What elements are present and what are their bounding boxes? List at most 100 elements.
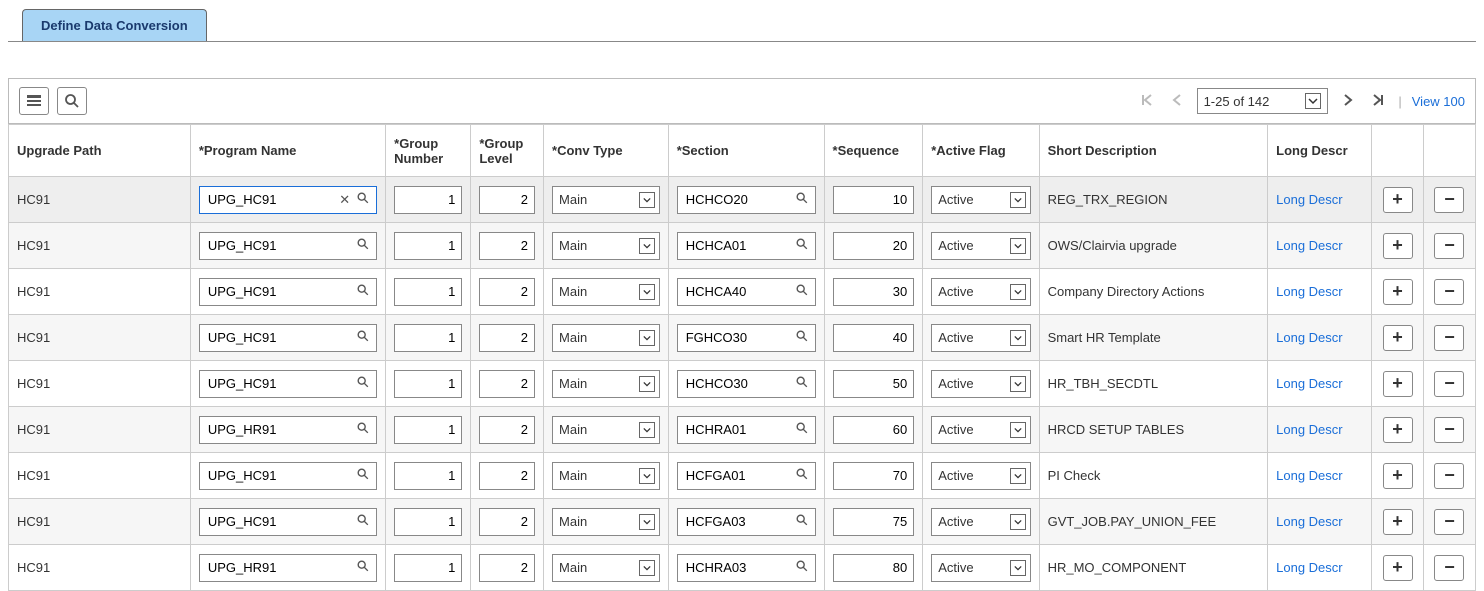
- lookup-icon[interactable]: [793, 513, 811, 530]
- long-descr-link[interactable]: Long Descr: [1276, 560, 1342, 575]
- col-group-level[interactable]: *Group Level: [471, 125, 544, 177]
- lookup-icon[interactable]: [354, 283, 372, 300]
- group-number-input[interactable]: [394, 278, 462, 306]
- section-input[interactable]: [684, 191, 793, 208]
- group-level-input[interactable]: [479, 232, 535, 260]
- group-number-input[interactable]: [394, 370, 462, 398]
- conv-type-select[interactable]: Main: [552, 186, 660, 214]
- add-row-button[interactable]: +: [1383, 279, 1413, 305]
- active-flag-select[interactable]: Active: [931, 508, 1030, 536]
- sequence-input[interactable]: [833, 554, 915, 582]
- section-lookup[interactable]: [677, 462, 816, 490]
- lookup-icon[interactable]: [793, 559, 811, 576]
- lookup-icon[interactable]: [354, 329, 372, 346]
- delete-row-button[interactable]: −: [1434, 555, 1464, 581]
- group-level-input[interactable]: [479, 186, 535, 214]
- col-upgrade-path[interactable]: Upgrade Path: [9, 125, 191, 177]
- col-program-name[interactable]: *Program Name: [190, 125, 385, 177]
- conv-type-select[interactable]: Main: [552, 508, 660, 536]
- row-range-select[interactable]: 1-25 of 142: [1197, 88, 1329, 114]
- personalize-grid-icon[interactable]: [19, 87, 49, 115]
- sequence-input[interactable]: [833, 370, 915, 398]
- sequence-input[interactable]: [833, 186, 915, 214]
- long-descr-link[interactable]: Long Descr: [1276, 422, 1342, 437]
- group-level-input[interactable]: [479, 324, 535, 352]
- program-name-input[interactable]: [206, 421, 354, 438]
- col-conv-type[interactable]: *Conv Type: [544, 125, 669, 177]
- program-name-input[interactable]: [206, 283, 354, 300]
- first-page-icon[interactable]: [1137, 89, 1157, 113]
- add-row-button[interactable]: +: [1383, 187, 1413, 213]
- long-descr-link[interactable]: Long Descr: [1276, 468, 1342, 483]
- group-number-input[interactable]: [394, 324, 462, 352]
- add-row-button[interactable]: +: [1383, 371, 1413, 397]
- lookup-icon[interactable]: [793, 467, 811, 484]
- group-number-input[interactable]: [394, 462, 462, 490]
- section-lookup[interactable]: [677, 416, 816, 444]
- lookup-icon[interactable]: [793, 191, 811, 208]
- active-flag-select[interactable]: Active: [931, 370, 1030, 398]
- lookup-icon[interactable]: [793, 375, 811, 392]
- program-name-input[interactable]: [206, 467, 354, 484]
- lookup-icon[interactable]: [793, 283, 811, 300]
- clear-icon[interactable]: ✕: [335, 192, 354, 208]
- conv-type-select[interactable]: Main: [552, 278, 660, 306]
- program-name-input[interactable]: [206, 559, 354, 576]
- sequence-input[interactable]: [833, 416, 915, 444]
- group-number-input[interactable]: [394, 186, 462, 214]
- col-active-flag[interactable]: *Active Flag: [923, 125, 1039, 177]
- program-name-lookup[interactable]: [199, 462, 377, 490]
- conv-type-select[interactable]: Main: [552, 370, 660, 398]
- sequence-input[interactable]: [833, 278, 915, 306]
- section-input[interactable]: [684, 375, 793, 392]
- program-name-input[interactable]: [206, 375, 354, 392]
- program-name-lookup[interactable]: [199, 370, 377, 398]
- long-descr-link[interactable]: Long Descr: [1276, 376, 1342, 391]
- add-row-button[interactable]: +: [1383, 509, 1413, 535]
- section-input[interactable]: [684, 559, 793, 576]
- program-name-input[interactable]: [206, 513, 354, 530]
- active-flag-select[interactable]: Active: [931, 232, 1030, 260]
- prev-page-icon[interactable]: [1167, 89, 1187, 113]
- group-level-input[interactable]: [479, 508, 535, 536]
- lookup-icon[interactable]: [354, 467, 372, 484]
- delete-row-button[interactable]: −: [1434, 233, 1464, 259]
- group-level-input[interactable]: [479, 370, 535, 398]
- section-lookup[interactable]: [677, 278, 816, 306]
- sequence-input[interactable]: [833, 508, 915, 536]
- active-flag-select[interactable]: Active: [931, 186, 1030, 214]
- program-name-input[interactable]: [206, 237, 354, 254]
- group-level-input[interactable]: [479, 416, 535, 444]
- view-100-link[interactable]: View 100: [1412, 94, 1465, 109]
- long-descr-link[interactable]: Long Descr: [1276, 330, 1342, 345]
- section-lookup[interactable]: [677, 554, 816, 582]
- section-lookup[interactable]: [677, 324, 816, 352]
- delete-row-button[interactable]: −: [1434, 279, 1464, 305]
- section-lookup[interactable]: [677, 232, 816, 260]
- conv-type-select[interactable]: Main: [552, 324, 660, 352]
- section-input[interactable]: [684, 329, 793, 346]
- section-input[interactable]: [684, 467, 793, 484]
- conv-type-select[interactable]: Main: [552, 416, 660, 444]
- last-page-icon[interactable]: [1368, 89, 1388, 113]
- delete-row-button[interactable]: −: [1434, 417, 1464, 443]
- conv-type-select[interactable]: Main: [552, 554, 660, 582]
- long-descr-link[interactable]: Long Descr: [1276, 238, 1342, 253]
- long-descr-link[interactable]: Long Descr: [1276, 514, 1342, 529]
- section-lookup[interactable]: [677, 186, 816, 214]
- group-number-input[interactable]: [394, 508, 462, 536]
- sequence-input[interactable]: [833, 232, 915, 260]
- section-input[interactable]: [684, 237, 793, 254]
- lookup-icon[interactable]: [793, 421, 811, 438]
- program-name-lookup[interactable]: [199, 554, 377, 582]
- group-level-input[interactable]: [479, 278, 535, 306]
- section-input[interactable]: [684, 513, 793, 530]
- lookup-icon[interactable]: [354, 375, 372, 392]
- conv-type-select[interactable]: Main: [552, 232, 660, 260]
- delete-row-button[interactable]: −: [1434, 371, 1464, 397]
- conv-type-select[interactable]: Main: [552, 462, 660, 490]
- add-row-button[interactable]: +: [1383, 463, 1413, 489]
- active-flag-select[interactable]: Active: [931, 278, 1030, 306]
- delete-row-button[interactable]: −: [1434, 187, 1464, 213]
- lookup-icon[interactable]: [354, 191, 372, 208]
